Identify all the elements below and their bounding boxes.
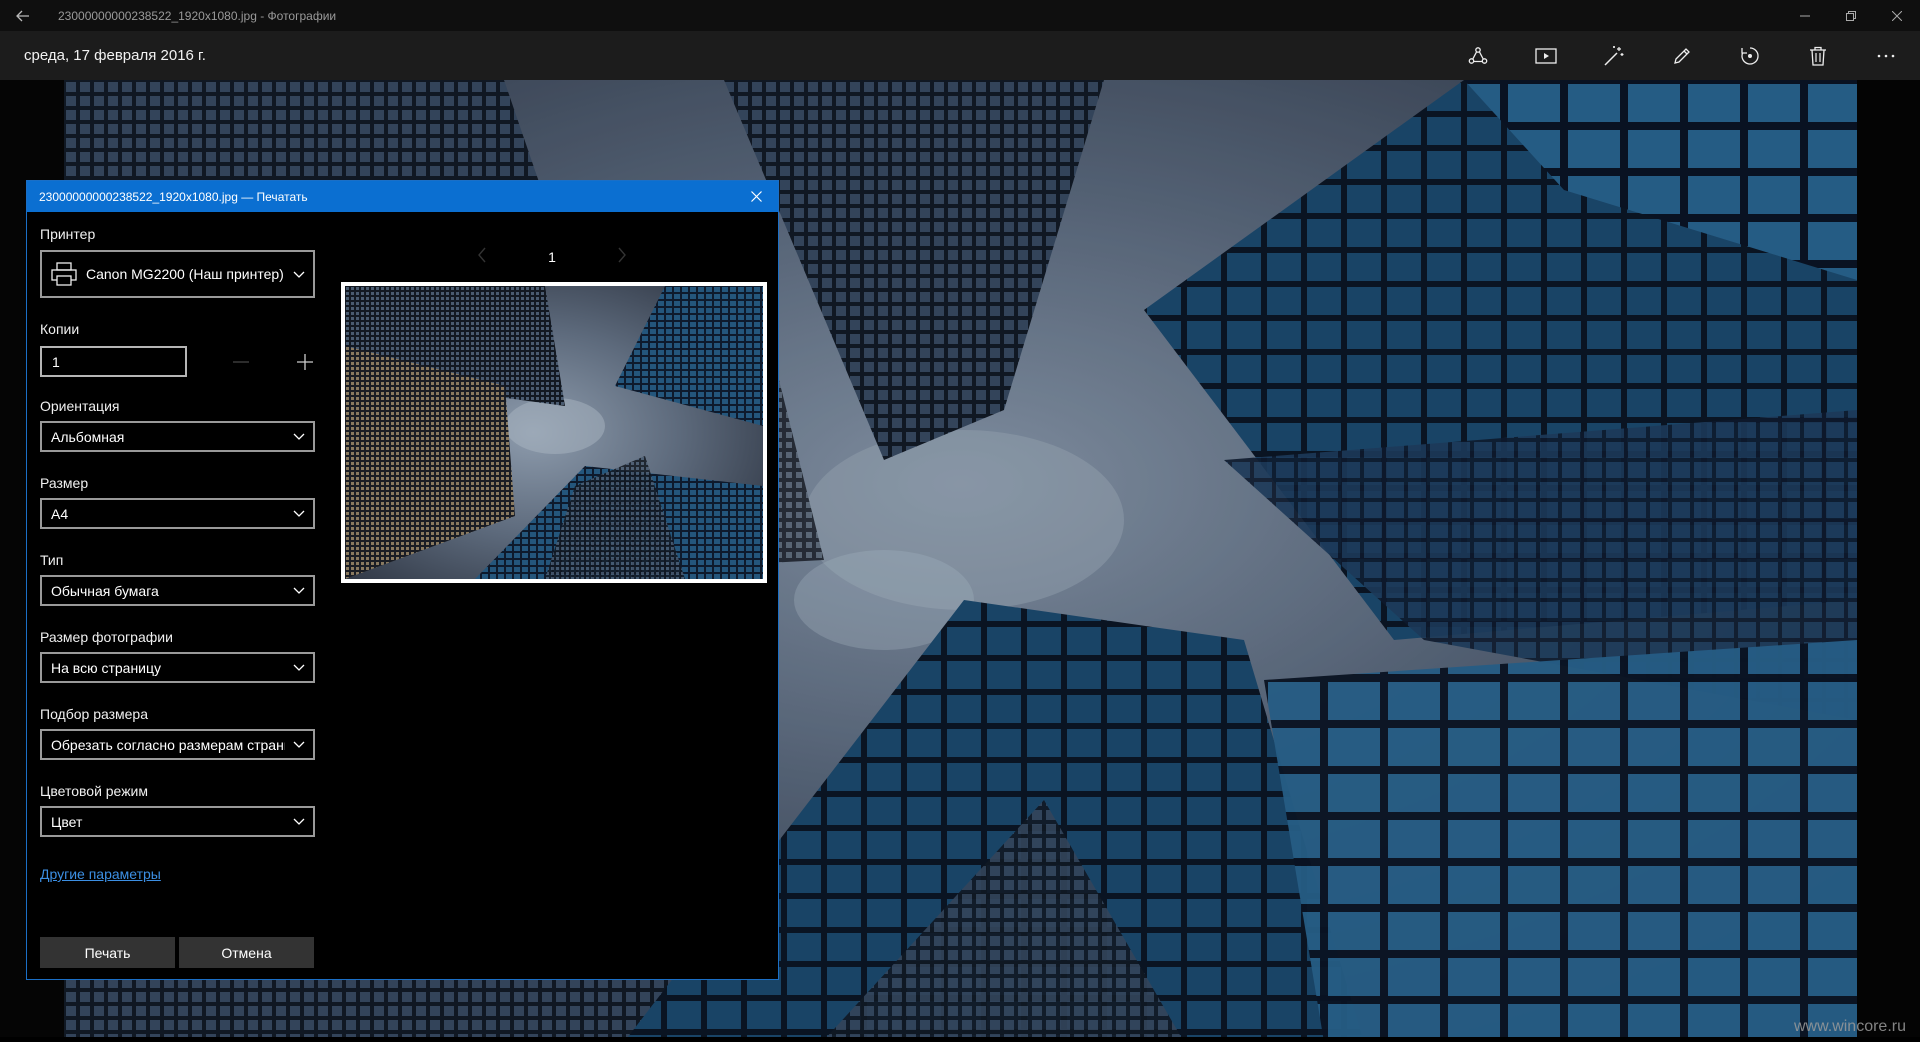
title-bar: 23000000000238522_1920x1080.jpg - Фотогр… xyxy=(0,0,1920,31)
decrement-copies-button[interactable] xyxy=(221,346,261,377)
right-letterbox xyxy=(1857,80,1920,1042)
edit-button[interactable] xyxy=(1648,31,1716,80)
print-preview xyxy=(341,282,767,583)
photo-size-label: Размер фотографии xyxy=(40,629,173,645)
slideshow-icon xyxy=(1535,47,1557,64)
share-button[interactable] xyxy=(1444,31,1512,80)
orientation-select[interactable]: Альбомная xyxy=(40,421,315,452)
copies-label: Копии xyxy=(40,321,80,337)
close-window-button[interactable] xyxy=(1874,0,1920,31)
orientation-value: Альбомная xyxy=(51,428,125,445)
color-mode-value: Цвет xyxy=(51,813,83,830)
minimize-button[interactable] xyxy=(1782,0,1828,31)
printer-select[interactable]: Canon MG2200 (Наш принтер) xyxy=(40,250,315,298)
print-dialog-title-bar: 23000000000238522_1920x1080.jpg — Печата… xyxy=(27,181,778,212)
chevron-down-icon xyxy=(285,577,313,604)
paper-type-value: Обычная бумага xyxy=(51,582,159,599)
print-button[interactable]: Печать xyxy=(40,937,175,968)
more-button[interactable] xyxy=(1852,31,1920,80)
increment-copies-button[interactable] xyxy=(285,346,325,377)
chevron-down-icon xyxy=(285,500,313,527)
watermark-text: www.wincore.ru xyxy=(1793,1018,1906,1035)
minimize-icon xyxy=(1800,15,1810,16)
cancel-button[interactable]: Отмена xyxy=(179,937,314,968)
minus-icon xyxy=(233,360,249,363)
preview-photo xyxy=(345,286,763,579)
orientation-label: Ориентация xyxy=(40,398,120,414)
share-icon xyxy=(1468,46,1488,64)
chevron-down-icon xyxy=(285,654,313,681)
preview-pager: 1 xyxy=(457,247,647,269)
size-select[interactable]: A4 xyxy=(40,498,315,529)
enhance-button[interactable] xyxy=(1580,31,1648,80)
close-icon xyxy=(750,191,762,202)
slideshow-button[interactable] xyxy=(1512,31,1580,80)
size-value: A4 xyxy=(51,505,69,522)
next-page-button[interactable] xyxy=(617,247,627,268)
print-dialog: 23000000000238522_1920x1080.jpg — Печата… xyxy=(26,180,779,980)
printer-value: Canon MG2200 (Наш принтер) xyxy=(86,266,284,282)
fit-select[interactable]: Обрезать согласно размерам страницы xyxy=(40,729,315,760)
color-mode-label: Цветовой режим xyxy=(40,783,149,799)
delete-button[interactable] xyxy=(1784,31,1852,80)
delete-icon xyxy=(1810,46,1826,66)
photos-app: 23000000000238522_1920x1080.jpg - Фотогр… xyxy=(0,0,1920,1042)
printer-label: Принтер xyxy=(40,226,96,242)
chevron-down-icon xyxy=(285,731,313,758)
restore-button[interactable] xyxy=(1828,0,1874,31)
restore-icon xyxy=(1846,10,1856,21)
edit-icon xyxy=(1674,47,1690,64)
chevron-right-icon xyxy=(618,247,626,263)
window-title: 23000000000238522_1920x1080.jpg - Фотогр… xyxy=(58,8,337,23)
back-button[interactable] xyxy=(0,0,46,31)
command-bar-actions xyxy=(1444,31,1920,80)
photo-size-select[interactable]: На всю страницу xyxy=(40,652,315,683)
fit-value: Обрезать согласно размерам страницы xyxy=(51,736,285,753)
chevron-down-icon xyxy=(285,252,313,296)
back-arrow-icon xyxy=(16,10,29,21)
chevron-down-icon xyxy=(285,808,313,835)
size-label: Размер xyxy=(40,475,89,491)
more-icon xyxy=(1877,54,1895,57)
rotate-icon xyxy=(1741,46,1759,65)
close-icon xyxy=(1892,10,1902,21)
chevron-down-icon xyxy=(285,423,313,450)
command-bar: среда, 17 февраля 2016 г. xyxy=(0,31,1920,80)
photo-size-value: На всю страницу xyxy=(51,659,162,676)
type-label: Тип xyxy=(40,552,64,568)
printer-icon xyxy=(50,260,78,288)
preview-image xyxy=(345,286,763,579)
paper-type-select[interactable]: Обычная бумага xyxy=(40,575,315,606)
rotate-button[interactable] xyxy=(1716,31,1784,80)
fit-label: Подбор размера xyxy=(40,706,149,722)
bottom-edge xyxy=(0,1037,1920,1042)
print-dialog-title: 23000000000238522_1920x1080.jpg — Печата… xyxy=(39,189,308,204)
more-settings-link[interactable]: Другие параметры xyxy=(40,866,161,882)
window-controls xyxy=(1782,0,1920,31)
copies-input[interactable]: 1 xyxy=(40,346,187,377)
plus-icon xyxy=(297,353,313,370)
close-dialog-button[interactable] xyxy=(740,181,772,212)
color-mode-select[interactable]: Цвет xyxy=(40,806,315,837)
photo-date: среда, 17 февраля 2016 г. xyxy=(24,47,206,64)
enhance-icon xyxy=(1604,45,1624,66)
